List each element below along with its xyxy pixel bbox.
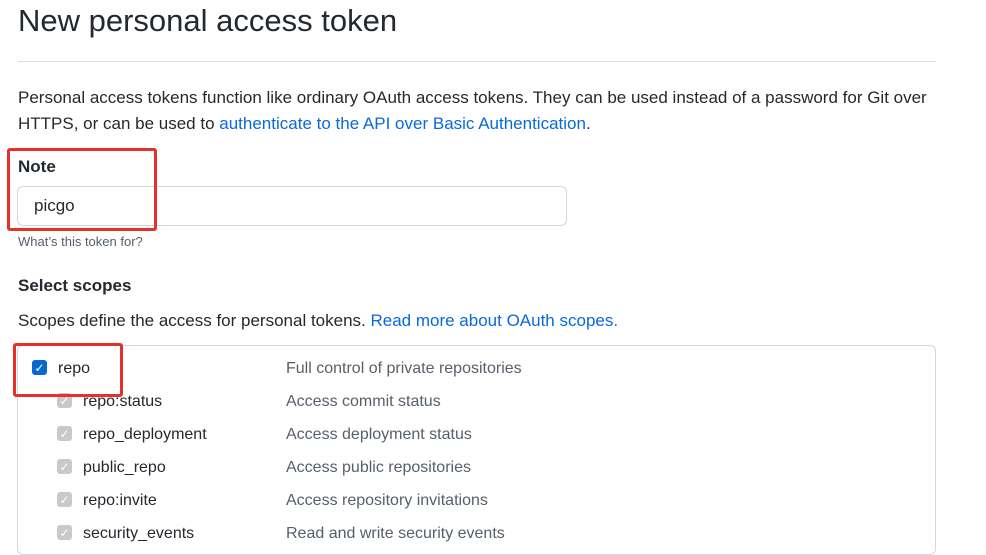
scope-name-public-repo: public_repo (83, 459, 166, 476)
note-input[interactable] (17, 186, 567, 226)
scope-description-repo-status: Access commit status (286, 393, 441, 410)
intro-paragraph: Personal access tokens function like ord… (18, 85, 958, 137)
scope-name-security-events: security_events (83, 525, 195, 542)
scope-checkbox-public-repo[interactable]: ✓ (57, 459, 72, 474)
scope-name-repo: repo (58, 360, 91, 377)
page-title: New personal access token (18, 3, 398, 38)
note-hint: What’s this token for? (18, 234, 143, 249)
scope-checkbox-security-events[interactable]: ✓ (57, 525, 72, 540)
scope-checkbox-repo[interactable]: ✓ (32, 360, 47, 375)
checkmark-icon: ✓ (59, 393, 70, 408)
oauth-scopes-link[interactable]: Read more about OAuth scopes. (370, 311, 618, 330)
checkmark-icon: ✓ (59, 459, 70, 474)
scope-checkbox-repo-invite[interactable]: ✓ (57, 492, 72, 507)
scope-name-repo-status: repo:status (83, 393, 163, 410)
note-label: Note (18, 157, 56, 176)
checkmark-icon: ✓ (59, 525, 70, 540)
scope-description-public-repo: Access public repositories (286, 459, 471, 476)
checkmark-icon: ✓ (34, 360, 45, 375)
scope-description-repo-deployment: Access deployment status (286, 426, 472, 443)
scopes-description-text: Scopes define the access for personal to… (18, 311, 371, 330)
title-divider (18, 61, 936, 62)
intro-suffix: . (585, 114, 591, 133)
scope-description-security-events: Read and write security events (286, 525, 505, 542)
basic-auth-link[interactable]: authenticate to the API over Basic Authe… (219, 114, 586, 133)
scopes-description: Scopes define the access for personal to… (18, 309, 618, 333)
checkmark-icon: ✓ (59, 492, 70, 507)
scope-description-repo: Full control of private repositories (286, 360, 522, 377)
scope-checkbox-repo-status[interactable]: ✓ (57, 393, 72, 408)
scope-checkbox-repo-deployment[interactable]: ✓ (57, 426, 72, 441)
checkmark-icon: ✓ (59, 426, 70, 441)
scope-description-repo-invite: Access repository invitations (286, 492, 488, 509)
scope-name-repo-deployment: repo_deployment (83, 426, 207, 443)
scopes-heading: Select scopes (18, 276, 132, 295)
scope-name-repo-invite: repo:invite (83, 492, 157, 509)
